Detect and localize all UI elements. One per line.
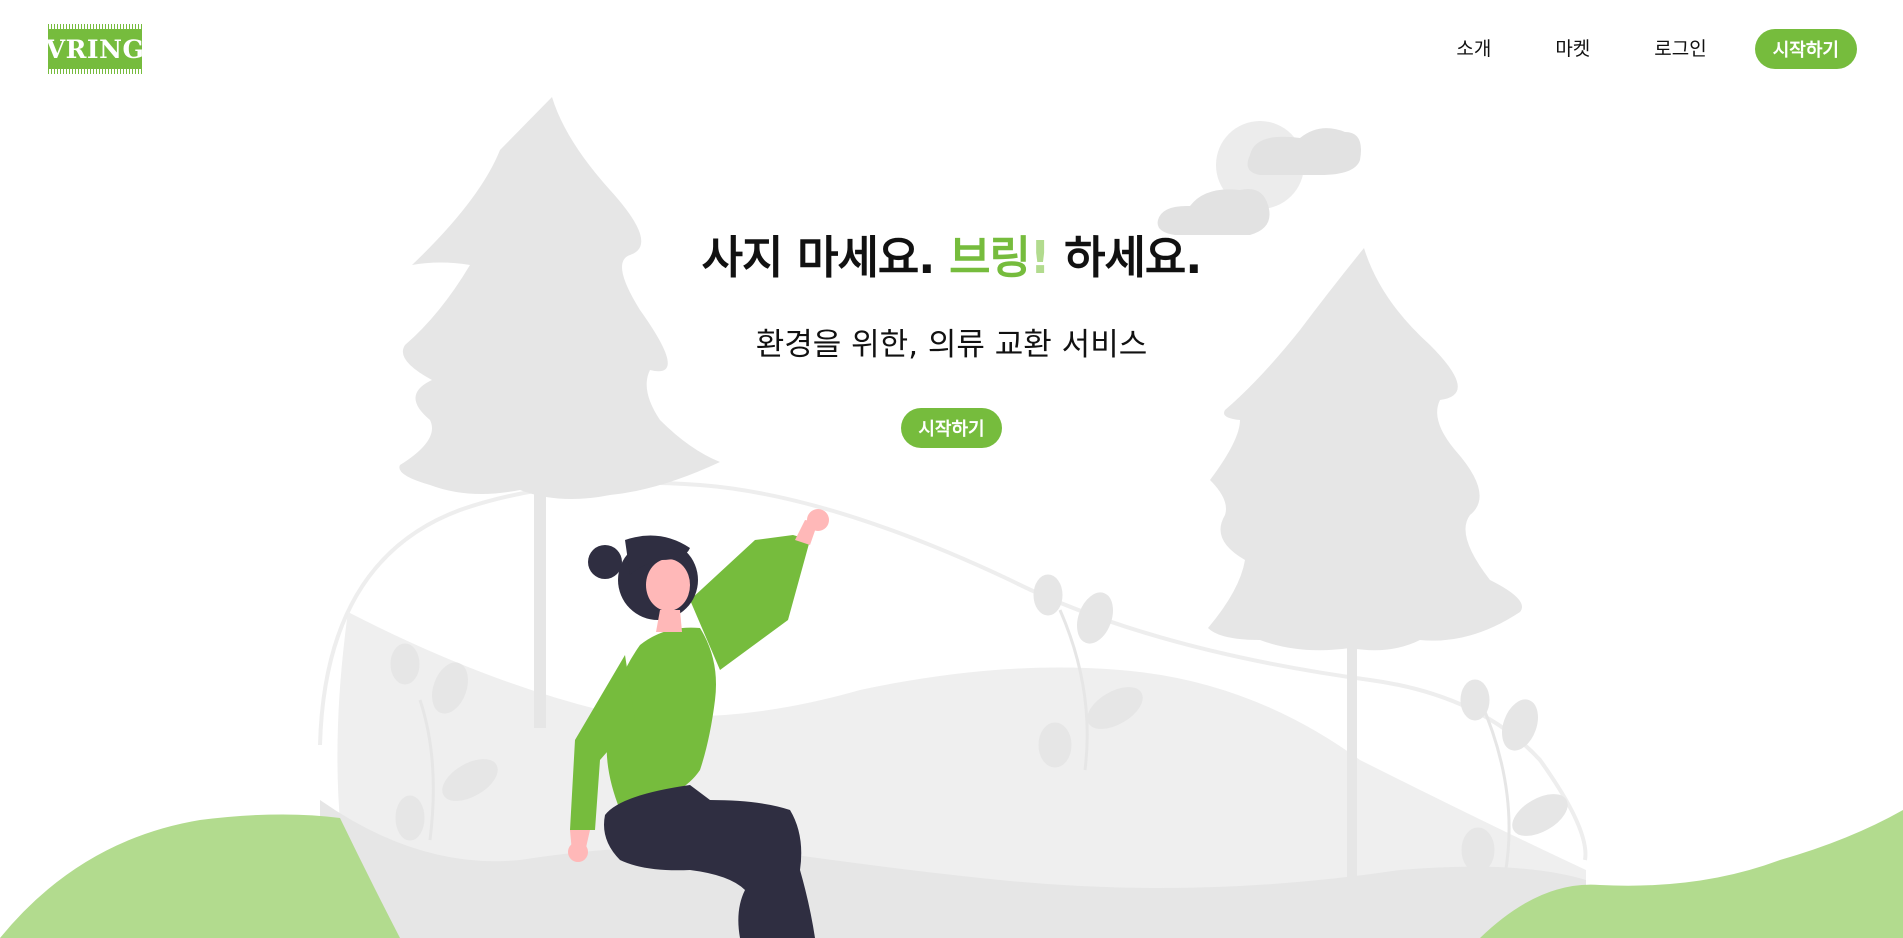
nav-item-market[interactable]: 마켓 bbox=[1555, 29, 1590, 69]
hero-title-accent: 브링 bbox=[949, 231, 1031, 284]
hero-section: 사지 마세요. 브링! 하세요. 환경을 위한, 의류 교환 서비스 시작하기 bbox=[0, 228, 1903, 448]
brand-logo[interactable]: VRING bbox=[45, 24, 145, 74]
landing-page: VRING 소개 마켓 로그인 시작하기 사지 마세요. 브링! 하세요. 환경… bbox=[0, 0, 1903, 938]
nav-item-login[interactable]: 로그인 bbox=[1654, 29, 1706, 69]
main-nav: 소개 마켓 로그인 시작하기 bbox=[1456, 29, 1857, 69]
hero-title-part1: 사지 마세요. bbox=[701, 231, 950, 284]
site-header: VRING 소개 마켓 로그인 시작하기 bbox=[0, 0, 1903, 100]
hero-title-part2: 하세요. bbox=[1049, 231, 1202, 284]
logo-text: VRING bbox=[45, 34, 145, 64]
nav-item-about[interactable]: 소개 bbox=[1456, 29, 1491, 69]
hero-illustration bbox=[0, 97, 1903, 938]
hero-title-exclamation: ! bbox=[1029, 231, 1051, 284]
header-start-button[interactable]: 시작하기 bbox=[1754, 29, 1857, 69]
hero-title: 사지 마세요. 브링! 하세요. bbox=[0, 228, 1903, 288]
hero-subtitle: 환경을 위한, 의류 교환 서비스 bbox=[755, 327, 1148, 363]
hero-start-button[interactable]: 시작하기 bbox=[901, 408, 1002, 448]
